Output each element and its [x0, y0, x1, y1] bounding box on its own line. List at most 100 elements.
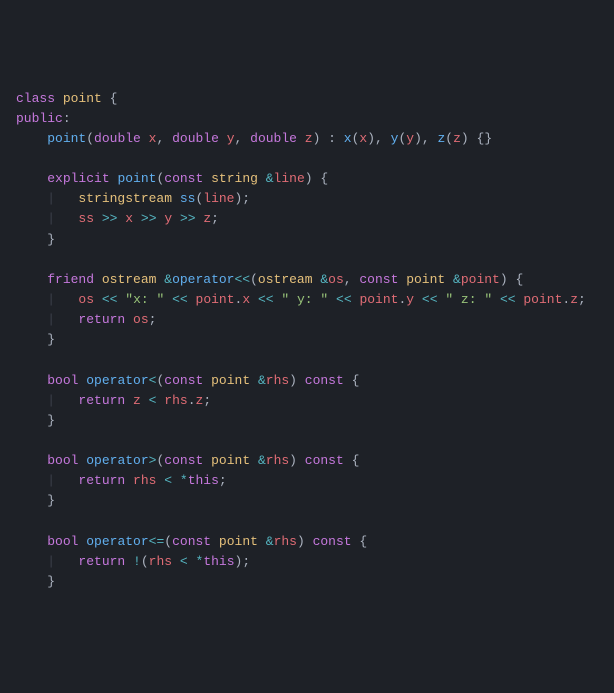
code-token	[188, 292, 196, 307]
code-line	[16, 149, 614, 169]
code-token: ;	[149, 312, 157, 327]
code-token: return	[78, 554, 125, 569]
code-token: ,	[235, 131, 251, 146]
code-token: ),	[367, 131, 390, 146]
code-line: }	[16, 491, 614, 511]
code-token	[172, 473, 180, 488]
code-token	[203, 373, 211, 388]
code-line: bool operator<=(const point &rhs) const …	[16, 532, 614, 552]
code-token	[172, 191, 180, 206]
code-token: <	[164, 473, 172, 488]
code-token: friend	[47, 272, 94, 287]
code-token: ,	[344, 272, 360, 287]
code-token: (	[445, 131, 453, 146]
code-token: ;	[211, 211, 219, 226]
code-token: |	[16, 211, 78, 226]
code-token: this	[203, 554, 234, 569]
code-token	[172, 211, 180, 226]
code-token: const	[164, 373, 203, 388]
code-token: ) :	[313, 131, 344, 146]
code-token: <<	[258, 292, 274, 307]
code-token: ) {	[500, 272, 523, 287]
code-token	[125, 473, 133, 488]
code-token: "x: "	[125, 292, 164, 307]
code-token: ss	[78, 211, 94, 226]
code-token: <<	[336, 292, 352, 307]
code-token: {	[344, 373, 360, 388]
code-token: );	[235, 191, 251, 206]
code-token: ,	[156, 131, 172, 146]
code-token: );	[235, 554, 251, 569]
code-token: public	[16, 111, 63, 126]
code-token: point	[406, 272, 445, 287]
code-token: y	[227, 131, 235, 146]
code-token: |	[16, 191, 78, 206]
code-line	[16, 512, 614, 532]
code-token: const	[305, 453, 344, 468]
code-token	[188, 554, 196, 569]
code-token: (	[86, 131, 94, 146]
code-token: *	[180, 473, 188, 488]
code-token: string	[211, 171, 258, 186]
code-line: public:	[16, 109, 614, 129]
code-token	[250, 453, 258, 468]
code-line: friend ostream &operator<<(ostream &os, …	[16, 270, 614, 290]
code-token: operator	[86, 453, 148, 468]
code-line	[16, 350, 614, 370]
code-token: &	[258, 453, 266, 468]
code-token	[164, 292, 172, 307]
code-token: &	[266, 534, 274, 549]
code-token	[250, 373, 258, 388]
code-token	[94, 272, 102, 287]
code-token	[203, 171, 211, 186]
code-token	[94, 211, 102, 226]
code-token: |	[16, 292, 78, 307]
code-token: &	[258, 373, 266, 388]
code-token: ostream	[258, 272, 313, 287]
code-token: {	[352, 534, 368, 549]
code-token: const	[164, 453, 203, 468]
code-token: {	[102, 91, 118, 106]
code-token	[125, 312, 133, 327]
code-token: <<	[235, 272, 251, 287]
code-line: point(double x, double y, double z) : x(…	[16, 129, 614, 149]
code-token	[141, 393, 149, 408]
code-token: &	[164, 272, 172, 287]
code-token: ss	[180, 191, 196, 206]
code-token: (	[164, 534, 172, 549]
code-token	[78, 534, 86, 549]
code-token: }	[16, 493, 55, 508]
code-token: <<	[172, 292, 188, 307]
code-token	[16, 272, 47, 287]
code-token: z	[570, 292, 578, 307]
code-token: point	[211, 373, 250, 388]
code-token: point	[196, 292, 235, 307]
code-line: | stringstream ss(line);	[16, 189, 614, 209]
code-token	[16, 131, 47, 146]
code-token: <<	[500, 292, 516, 307]
code-token: )	[289, 373, 305, 388]
code-token: rhs	[164, 393, 187, 408]
code-token: )	[297, 534, 313, 549]
code-token	[141, 131, 149, 146]
code-token: return	[78, 393, 125, 408]
code-token: x	[344, 131, 352, 146]
code-token: z	[305, 131, 313, 146]
code-line	[16, 431, 614, 451]
code-token	[211, 534, 219, 549]
code-token	[16, 171, 47, 186]
code-token: bool	[47, 534, 78, 549]
code-line: }	[16, 230, 614, 250]
code-editor: class point {public: point(double x, dou…	[16, 89, 614, 593]
code-token: y	[406, 292, 414, 307]
code-token	[94, 292, 102, 307]
code-token: return	[78, 312, 125, 327]
code-token: explicit	[47, 171, 109, 186]
code-token: point	[63, 91, 102, 106]
code-token: os	[78, 292, 94, 307]
code-token: z	[203, 211, 211, 226]
code-token: rhs	[274, 534, 297, 549]
code-line: | return os;	[16, 310, 614, 330]
code-token: double	[250, 131, 297, 146]
code-line	[16, 250, 614, 270]
